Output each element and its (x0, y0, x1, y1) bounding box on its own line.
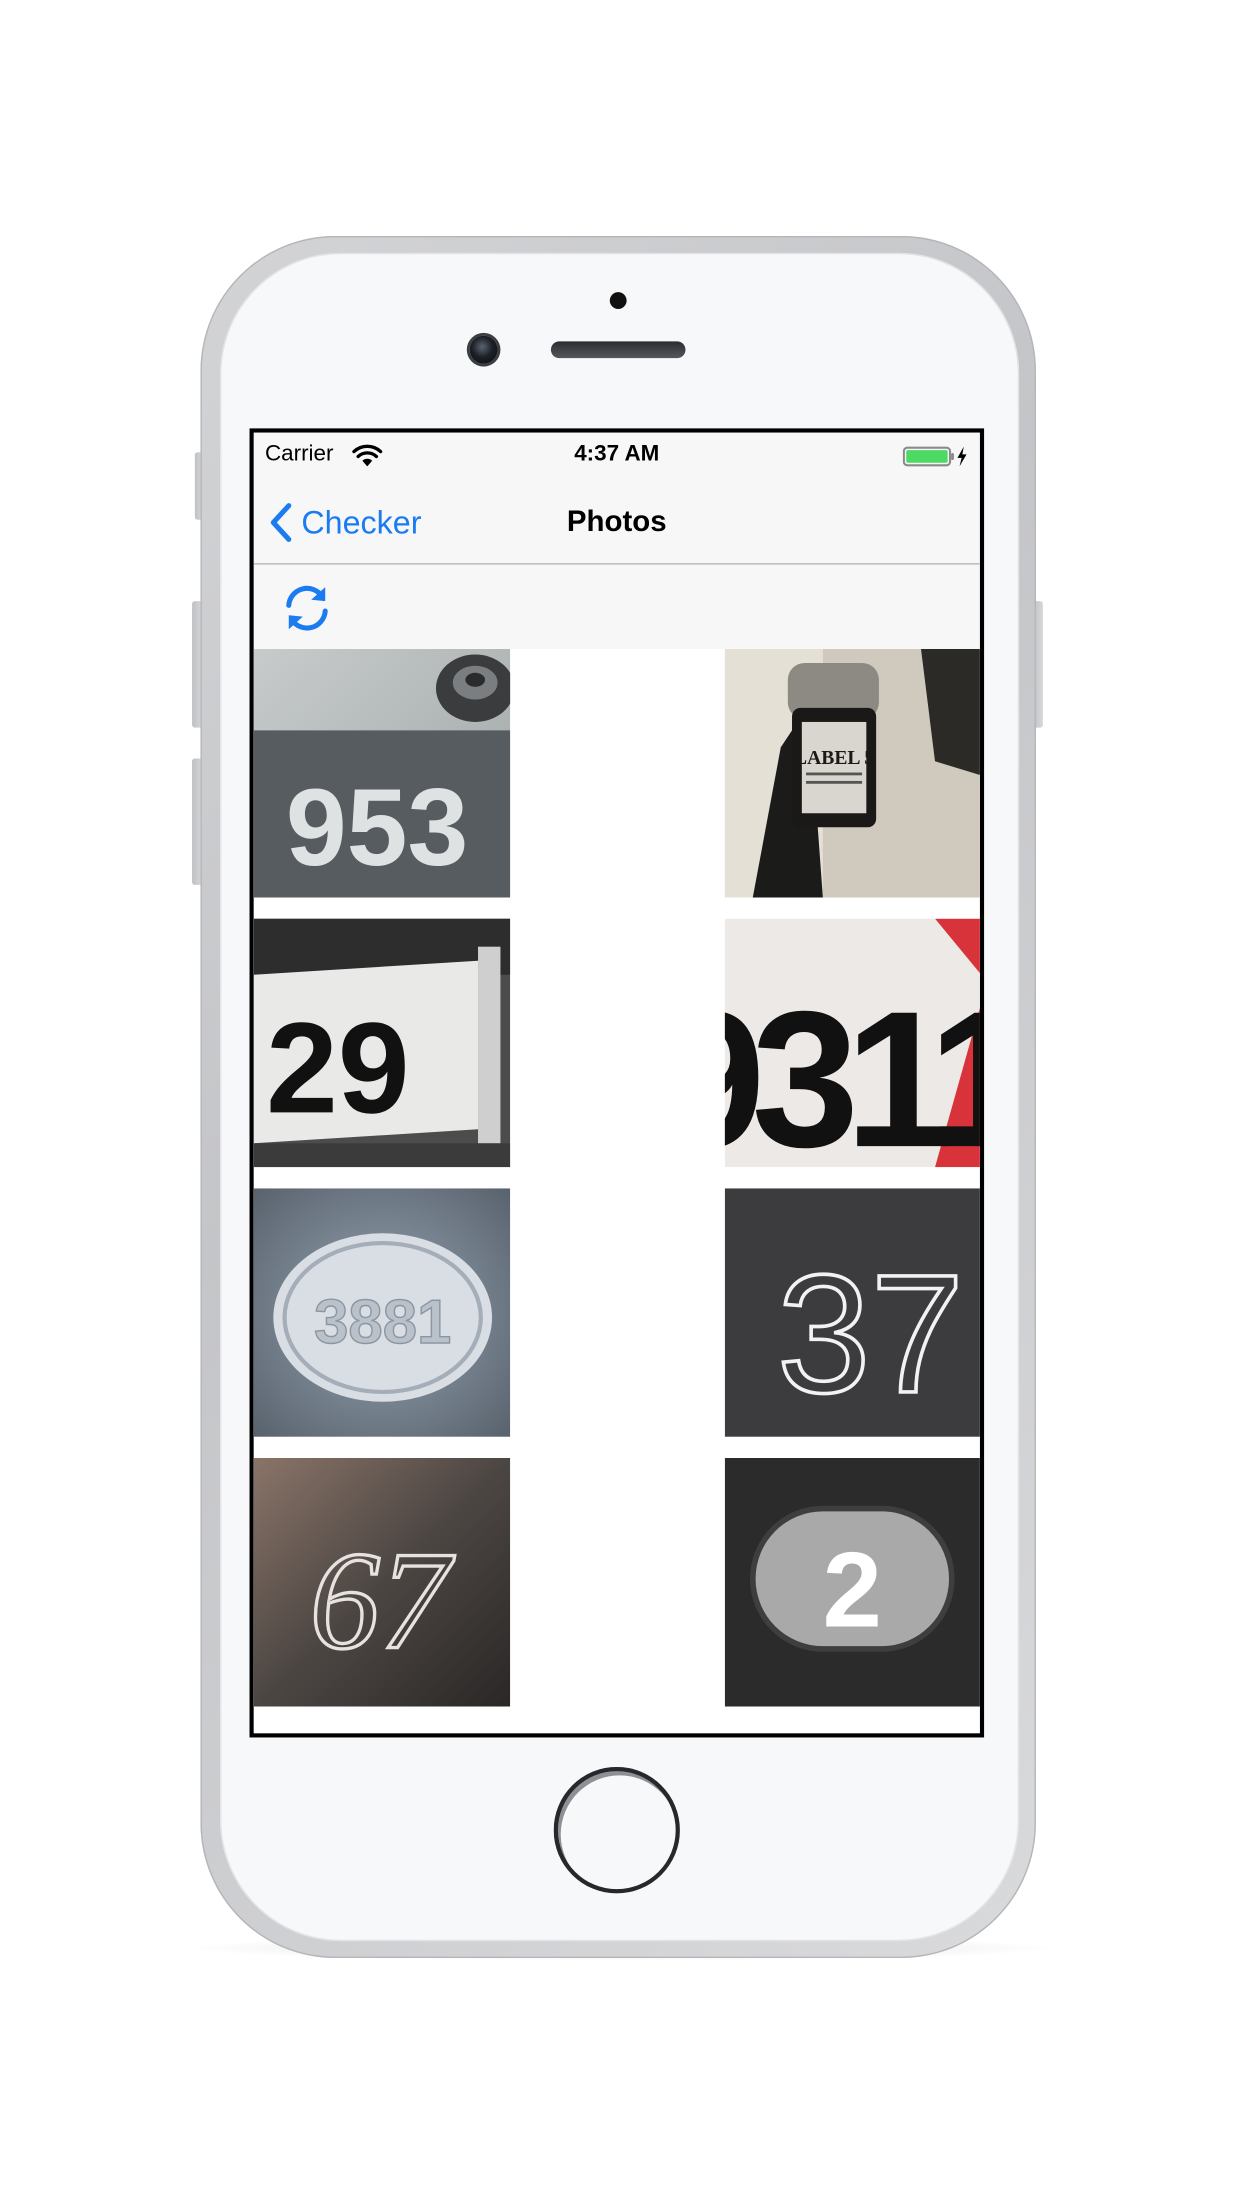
photo-953: 953 (253, 648, 511, 898)
photo-cell[interactable]: 953 (253, 648, 511, 898)
photo-label5: LABEL 5 (724, 648, 980, 898)
proximity-sensor (609, 292, 627, 310)
photo-cell[interactable]: LABEL 5 (724, 648, 980, 898)
photo-9311: 9311 (724, 918, 982, 1168)
photo-grid: 953 LABEL 5 29 31 3881 37 67 2 (253, 648, 982, 1734)
photo-cell[interactable]: 29 (253, 918, 511, 1168)
photo-digits: 3881 (314, 1288, 451, 1357)
photo-digits: 953 (286, 767, 468, 889)
photo-cell[interactable]: 67 (253, 1457, 511, 1707)
photo-digits: LABEL 5 (794, 747, 874, 769)
photo-digits: 29 (266, 996, 409, 1140)
earpiece-speaker (550, 341, 686, 359)
photo-cell[interactable]: 9311 (724, 918, 982, 1168)
photo-2: 2 (724, 1457, 980, 1707)
photo-3881: 3881 (253, 1188, 511, 1437)
front-camera-icon (469, 335, 498, 364)
refresh-icon[interactable] (279, 581, 335, 634)
photo-digits: 67 (310, 1523, 455, 1678)
photo-cell[interactable]: 2 (724, 1457, 980, 1707)
battery-icon (902, 446, 967, 467)
photo-digits: 9311 (725, 972, 982, 1167)
photo-29: 29 (253, 918, 511, 1168)
home-button[interactable] (553, 1766, 680, 1894)
status-time: 4:37 AM (574, 442, 660, 467)
photo-cell[interactable]: 3881 (253, 1188, 511, 1437)
photo-67: 67 (253, 1457, 511, 1707)
navigation-bar: Checker Photos (253, 481, 980, 565)
charging-bolt-icon (957, 446, 967, 467)
photo-37: 37 (724, 1188, 980, 1437)
photo-digits: 37 (777, 1240, 964, 1428)
toolbar (253, 564, 980, 649)
photo-cell[interactable]: 37 (724, 1188, 980, 1437)
photo-digits: 2 (823, 1529, 882, 1649)
status-bar: Carrier 4:37 AM (253, 432, 980, 482)
page-title: Photos (566, 505, 667, 538)
screen: Carrier 4:37 AM Checker Photos 953 LABEL… (249, 428, 985, 1738)
